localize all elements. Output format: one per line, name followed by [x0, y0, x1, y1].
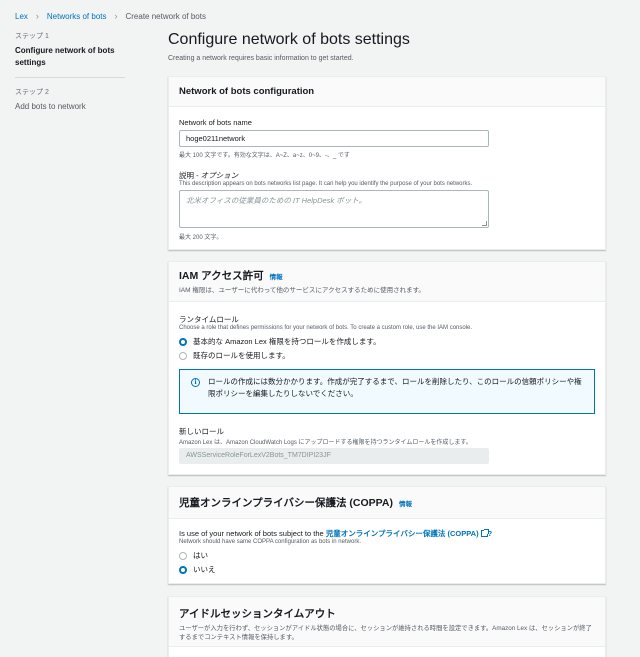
info-icon: i: [191, 378, 200, 387]
iam-info-link[interactable]: 情報: [270, 274, 283, 281]
new-role-input: AWSServiceRoleForLexV2Bots_TM7DIPI23JF: [179, 448, 489, 464]
step-title: Add bots to network: [15, 102, 86, 111]
description-label-text: 説明 -: [179, 171, 201, 180]
idle-timeout-panel: アイドルセッションタイムアウト ユーザーが入力を行わず、セッションがアイドル状態…: [168, 596, 606, 657]
breadcrumb-lex[interactable]: Lex: [15, 12, 28, 21]
coppa-link[interactable]: 児童オンラインプライバシー保護法 (COPPA): [326, 529, 479, 538]
network-name-hint: 最大 100 文字です。有効な文字は、A~Z、a~z、0~9、-、_ です: [179, 153, 350, 159]
radio-create-role-label: 基本的な Amazon Lex 権限を持つロールを作成します。: [193, 337, 381, 346]
radio-existing-role[interactable]: 既存のロールを使用します。: [179, 350, 290, 361]
description-help: This description appears on bots network…: [179, 181, 473, 187]
radio-coppa-yes[interactable]: はい: [179, 550, 208, 561]
breadcrumb-current: Create network of bots: [125, 11, 206, 21]
coppa-title-row: 児童オンラインプライバシー保護法 (COPPA) 情報: [179, 495, 595, 510]
config-panel: Network of bots configuration Network of…: [168, 76, 606, 250]
step-number: ステップ 1: [15, 33, 49, 40]
new-role-label: 新しいロール: [179, 427, 224, 436]
resize-handle-icon[interactable]: [482, 221, 487, 226]
radio-coppa-yes-label: はい: [193, 551, 208, 560]
radio-create-role[interactable]: 基本的な Amazon Lex 権限を持つロールを作成します。: [179, 336, 381, 347]
optional-tag: オプション: [200, 171, 239, 180]
network-name-label: Network of bots name: [179, 118, 252, 127]
breadcrumb-networks-of-bots[interactable]: Networks of bots: [47, 12, 107, 21]
description-hint: 最大 200 文字。: [179, 235, 223, 241]
radio-button[interactable]: [179, 351, 187, 360]
wizard-steps: ステップ 1 Configure network of bots setting…: [15, 31, 125, 113]
coppa-panel-header: 児童オンラインプライバシー保護法 (COPPA) 情報: [169, 487, 605, 519]
radio-coppa-no[interactable]: いいえ: [179, 564, 216, 575]
idle-panel-subtitle: ユーザーが入力を行わず、セッションがアイドル状態の場合に、セッションが維持される…: [179, 625, 592, 641]
radio-button[interactable]: [179, 551, 187, 560]
radio-coppa-no-label: いいえ: [193, 565, 216, 574]
step-2: ステップ 2 Add bots to network: [15, 87, 125, 113]
chevron-right-icon: ›: [114, 11, 118, 21]
idle-panel-title: アイドルセッションタイムアウト: [179, 608, 336, 620]
coppa-panel: 児童オンラインプライバシー保護法 (COPPA) 情報 Is use of you…: [168, 486, 606, 584]
runtime-role-label: ランタイムロール: [179, 315, 239, 324]
new-role-desc: Amazon Lex は、Amazon CloudWatch Logs にアップ…: [179, 440, 472, 446]
config-panel-header: Network of bots configuration: [169, 77, 605, 107]
coppa-question: Is use of your network of bots subject t…: [179, 528, 492, 539]
description-label: 説明 - オプション: [179, 170, 238, 181]
chevron-right-icon: ›: [35, 11, 39, 21]
page-description: Creating a network requires basic inform…: [168, 55, 354, 62]
iam-panel: IAM アクセス許可 情報 IAM 権限は、ユーザーに代わって他のサービスにアクセ…: [168, 261, 606, 475]
network-name-input[interactable]: hoge0211network: [179, 130, 489, 147]
step-title-active: Configure network of bots settings: [15, 46, 115, 67]
iam-panel-title: IAM アクセス許可: [179, 270, 264, 282]
radio-button-checked[interactable]: [179, 565, 187, 574]
idle-panel-header: アイドルセッションタイムアウト ユーザーが入力を行わず、セッションがアイドル状態…: [169, 597, 605, 647]
role-info-text: ロールの作成には数分かかります。作成が完了するまで、ロールを削除したり、このロー…: [208, 377, 582, 398]
runtime-role-desc: Choose a role that defines permissions f…: [179, 325, 473, 331]
config-panel-title: Network of bots configuration: [179, 86, 315, 97]
description-textarea[interactable]: 北米オフィスの従業員のための IT HelpDesk ボット。: [179, 190, 489, 228]
iam-panel-header: IAM アクセス許可 情報 IAM 権限は、ユーザーに代わって他のサービスにアクセ…: [169, 262, 605, 302]
coppa-info-link[interactable]: 情報: [399, 501, 412, 508]
radio-button-checked[interactable]: [179, 337, 187, 346]
iam-panel-subtitle: IAM 権限は、ユーザーに代わって他のサービスにアクセスするために使用されます。: [179, 287, 425, 294]
external-link-icon: [480, 529, 489, 537]
role-info-alert: i ロールの作成には数分かかります。作成が完了するまで、ロールを削除したり、この…: [179, 369, 595, 414]
iam-title-row: IAM アクセス許可 情報: [179, 268, 595, 283]
coppa-question-prefix: Is use of your network of bots subject t…: [179, 529, 326, 538]
step-number: ステップ 2: [15, 89, 49, 96]
coppa-description: Network should have same COPPA configura…: [179, 539, 361, 545]
breadcrumb: Lex › Networks of bots › Create network …: [15, 11, 206, 21]
step-divider: [15, 77, 125, 78]
radio-existing-role-label: 既存のロールを使用します。: [193, 351, 290, 360]
coppa-panel-title: 児童オンラインプライバシー保護法 (COPPA): [179, 497, 393, 509]
description-placeholder: 北米オフィスの従業員のための IT HelpDesk ボット。: [186, 196, 367, 205]
step-1: ステップ 1 Configure network of bots setting…: [15, 31, 125, 69]
page-title: Configure network of bots settings: [168, 31, 410, 48]
